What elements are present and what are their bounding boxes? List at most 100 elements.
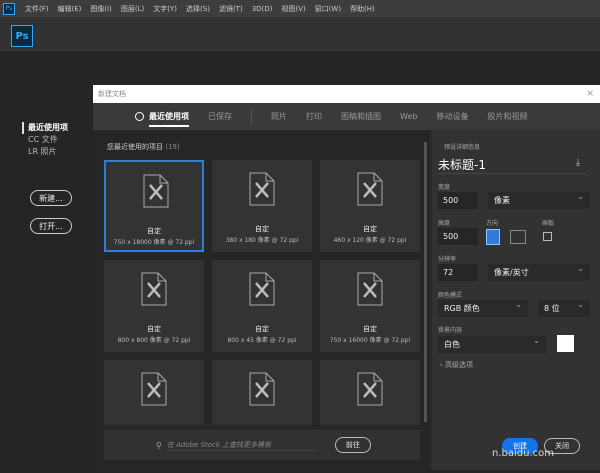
new-document-dialog: 新建文档 × 最近使用项 已保存 照片 打印 图稿和插图 Web 移动设备 胶片… [93,85,600,470]
advanced-options-toggle[interactable]: › 高级选项 [440,360,473,370]
preset-header: 预设详细信息 [444,144,481,151]
menu-select[interactable]: 选择(S) [186,4,210,14]
tab-art[interactable]: 图稿和插图 [341,103,381,130]
open-button[interactable]: 打开... [30,218,72,234]
tab-film[interactable]: 胶片和视频 [487,103,527,130]
clock-icon [135,112,144,121]
recent-title-text: 您最近使用的项目 [107,143,163,151]
document-name-input[interactable]: 未标题-1 [438,156,586,174]
tab-mobile[interactable]: 移动设备 [436,103,468,130]
resolution-input[interactable]: 72 [438,264,478,281]
tab-print[interactable]: 打印 [306,103,322,130]
width-label: 宽度 [438,184,451,191]
search-icon: ⚲ [156,440,162,450]
tab-saved[interactable]: 已保存 [208,103,232,130]
tile-size: 750 x 18000 像素 @ 72 ppi [113,239,195,246]
dialog-title: 新建文档 [98,90,126,98]
background-select[interactable]: 白色 [438,336,546,353]
document-icon [249,172,275,206]
menu-view[interactable]: 视图(V) [281,4,305,14]
width-input[interactable]: 500 [438,192,478,209]
document-icon [249,372,275,406]
tile-name: 自定 [255,325,269,333]
tile-name: 自定 [363,225,377,233]
recent-document-tile[interactable]: 自定 800 x 45 像素 @ 72 ppi [212,260,312,352]
recent-document-tile[interactable]: 自定 750 x 16000 像素 @ 72 ppi [320,260,420,352]
ps-logo: Ps [11,25,33,47]
menu-layer[interactable]: 图层(L) [121,4,144,14]
app-bar [0,17,600,51]
recent-document-tile[interactable]: 自定 460 x 120 像素 @ 72 ppi [320,160,420,252]
menu-filter[interactable]: 滤镜(T) [219,4,243,14]
tab-label: 最近使用项 [149,112,189,121]
recent-document-tile[interactable]: 自定 380 x 180 像素 @ 72 ppi [212,160,312,252]
artboard-checkbox[interactable] [543,232,552,241]
resolution-unit-select[interactable]: 像素/英寸 [488,264,590,281]
sidebar-item-lr-photos[interactable]: LR 照片 [28,146,68,158]
menu-edit[interactable]: 编辑(E) [58,4,82,14]
recent-document-tile[interactable] [104,360,204,425]
background-label: 背景内容 [438,327,463,334]
tile-name: 自定 [147,325,161,333]
go-button[interactable]: 前往 [334,437,371,453]
portrait-icon[interactable] [486,229,500,245]
document-icon [143,174,169,208]
scrollbar[interactable] [424,142,427,422]
landscape-icon[interactable] [510,230,526,244]
advanced-label: 高级选项 [445,361,474,369]
document-icon [357,272,383,306]
recent-document-tile[interactable]: 自定 800 x 800 像素 @ 72 ppi [104,260,204,352]
background-color-swatch[interactable] [557,335,574,352]
tab-web[interactable]: Web [400,103,417,130]
document-icon [249,272,275,306]
start-sidebar: 最近使用项 CC 文件 LR 照片 [22,122,68,158]
tile-size: 380 x 180 像素 @ 72 ppi [225,237,299,244]
menu-type[interactable]: 文字(Y) [153,4,177,14]
recent-panel: 您最近使用的项目 (19) 自定 750 x 18000 像素 @ 72 ppi 自… [93,130,430,470]
document-icon [357,172,383,206]
menu-window[interactable]: 窗口(W) [315,4,341,14]
sidebar-item-cc-files[interactable]: CC 文件 [28,134,68,146]
tile-name: 自定 [255,225,269,233]
tile-size: 800 x 800 像素 @ 72 ppi [117,337,191,344]
recent-document-tile[interactable] [212,360,312,425]
menu-image[interactable]: 图像(I) [90,4,112,14]
menu-help[interactable]: 帮助(H) [350,4,375,14]
close-icon[interactable]: × [586,89,594,99]
tab-divider [251,109,252,124]
tile-size: 460 x 120 像素 @ 72 ppi [333,237,407,244]
watermark: n.baidu.com [492,448,554,459]
save-preset-icon[interactable]: ⤓ [576,158,580,168]
dialog-titlebar: 新建文档 × [93,85,600,103]
color-mode-select[interactable]: RGB 颜色 [438,300,528,317]
recent-document-tile[interactable] [320,360,420,425]
menu-file[interactable]: 文件(F) [25,4,49,14]
recent-document-tile[interactable]: 自定 750 x 18000 像素 @ 72 ppi [104,160,204,252]
color-mode-label: 颜色模式 [438,292,463,299]
recent-title: 您最近使用的项目 (19) [107,142,180,152]
tile-size: 800 x 45 像素 @ 72 ppi [227,337,297,344]
preset-tabs: 最近使用项 已保存 照片 打印 图稿和插图 Web 移动设备 胶片和视频 [93,103,600,130]
artboard-label: 画板 [542,220,555,227]
new-button[interactable]: 新建... [30,190,72,206]
tile-size: 750 x 16000 像素 @ 72 ppi [329,337,411,344]
bit-depth-select[interactable]: 8 位 [538,300,590,317]
chevron-right-icon: › [440,361,443,369]
height-label: 高度 [438,220,451,227]
menu-3d[interactable]: 3D(D) [252,5,273,13]
document-icon [357,372,383,406]
menu-bar: Ps 文件(F) 编辑(E) 图像(I) 图层(L) 文字(Y) 选择(S) 滤… [0,0,600,17]
tab-photo[interactable]: 照片 [271,103,287,130]
document-icon [141,272,167,306]
stock-search-input[interactable]: 在 Adobe Stock 上查找更多模板 [166,440,317,451]
orientation-label: 方向 [486,220,499,227]
tile-name: 自定 [147,227,161,235]
preset-details: 预设详细信息 未标题-1 ⤓ 宽度 500 像素 高度 方向 画板 500 分辨… [432,130,600,470]
tile-name: 自定 [363,325,377,333]
width-unit-select[interactable]: 像素 [488,192,590,209]
document-icon [141,372,167,406]
tab-recent[interactable]: 最近使用项 [135,103,189,130]
resolution-label: 分辨率 [438,256,457,263]
sidebar-item-recent[interactable]: 最近使用项 [22,122,68,134]
height-input[interactable]: 500 [438,228,478,245]
